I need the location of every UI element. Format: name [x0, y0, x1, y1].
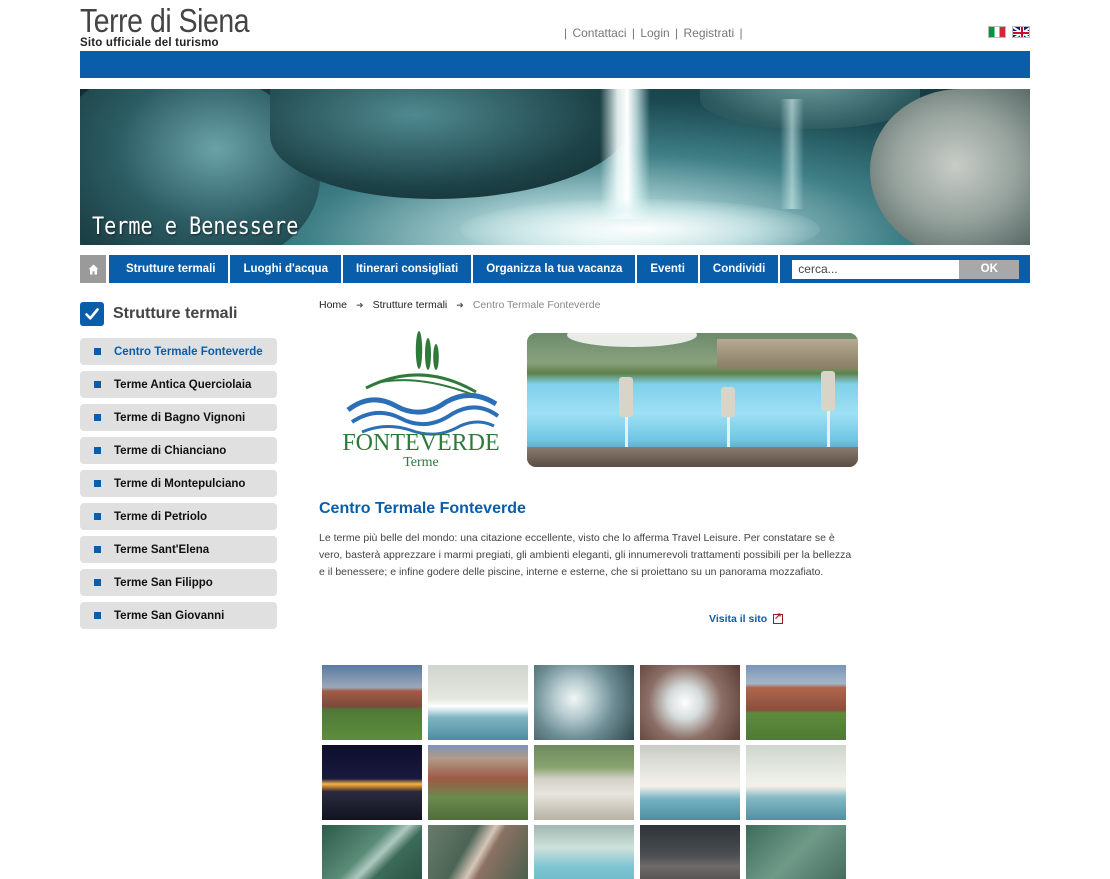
- breadcrumb: Home ➜ Strutture termali ➜ Centro Termal…: [319, 299, 600, 311]
- logo-brand: FONTEVERDE: [342, 430, 499, 456]
- fonteverde-logo: FONTEVERDE Terme: [342, 331, 500, 470]
- language-selector: [988, 26, 1030, 38]
- description: Le terme più belle del mondo: una citazi…: [319, 532, 852, 578]
- gallery-thumb[interactable]: [640, 825, 740, 879]
- main-nav: Strutture termali Luoghi d'acqua Itinera…: [80, 255, 1030, 283]
- sidebar-item-label: Terme di Bagno Vignoni: [114, 411, 246, 424]
- home-icon: [88, 264, 98, 274]
- sidebar-title: Strutture termali: [113, 305, 238, 322]
- sidebar-item-montepulciano[interactable]: Terme di Montepulciano: [80, 470, 277, 497]
- banner-title: Terme e Benessere: [92, 212, 299, 240]
- page: Terre di Siena Sito ufficiale del turism…: [0, 0, 1110, 879]
- logo-sub: Terme: [403, 455, 439, 470]
- uk-flag-icon[interactable]: [1012, 26, 1030, 38]
- gallery-thumb[interactable]: [534, 745, 634, 820]
- gallery-thumb[interactable]: [428, 825, 528, 879]
- sidebar-item-sant-elena[interactable]: Terme Sant'Elena: [80, 536, 277, 563]
- nav-condividi[interactable]: Condividi: [700, 255, 781, 283]
- top-links: | Contattaci | Login | Registrati |: [564, 26, 743, 40]
- banner-image: Terme e Benessere: [80, 89, 1030, 245]
- sidebar-item-fonteverde[interactable]: Centro Termale Fonteverde: [80, 338, 277, 365]
- gallery-thumb[interactable]: [322, 825, 422, 879]
- sidebar-item-label: Terme San Filippo: [114, 576, 213, 589]
- sidebar-item-san-filippo[interactable]: Terme San Filippo: [80, 569, 277, 596]
- site-logo[interactable]: Terre di Siena Sito ufficiale del turism…: [80, 2, 277, 50]
- bullet-icon: [94, 348, 101, 355]
- search-button[interactable]: OK: [959, 259, 1020, 279]
- photo-gallery: [322, 665, 846, 879]
- page-title: Centro Termale Fonteverde: [319, 500, 526, 517]
- bullet-icon: [94, 414, 101, 421]
- bullet-icon: [94, 513, 101, 520]
- logo-title: Terre di Siena: [80, 2, 250, 39]
- external-link-icon: [773, 611, 784, 624]
- bullet-icon: [94, 579, 101, 586]
- sidebar-item-label: Centro Termale Fonteverde: [114, 345, 263, 358]
- header-bar: [80, 51, 1030, 78]
- breadcrumb-strutture[interactable]: Strutture termali: [373, 299, 448, 311]
- bullet-icon: [94, 381, 101, 388]
- gallery-thumb[interactable]: [640, 745, 740, 820]
- visit-site-label: Visita il sito: [709, 613, 768, 625]
- bullet-icon: [94, 612, 101, 619]
- sidebar-item-label: Terme di Montepulciano: [114, 477, 246, 490]
- chevron-right-icon: ➜: [356, 299, 364, 310]
- sidebar-header: Strutture termali: [80, 302, 237, 326]
- gallery-thumb[interactable]: [322, 745, 422, 820]
- sidebar-item-petriolo[interactable]: Terme di Petriolo: [80, 503, 277, 530]
- home-button[interactable]: [80, 255, 109, 283]
- register-link[interactable]: Registrati: [684, 26, 735, 40]
- pool-photo: [527, 333, 858, 467]
- sidebar-item-label: Terme Sant'Elena: [114, 543, 210, 556]
- gallery-thumb[interactable]: [746, 745, 846, 820]
- sidebar-item-label: Terme Antica Querciolaia: [114, 378, 252, 391]
- checkmark-icon: [80, 302, 104, 326]
- gallery-thumb[interactable]: [534, 825, 634, 879]
- bullet-icon: [94, 546, 101, 553]
- sidebar-item-querciolaia[interactable]: Terme Antica Querciolaia: [80, 371, 277, 398]
- sidebar-list: Centro Termale Fonteverde Terme Antica Q…: [80, 338, 277, 635]
- nav-organizza-vacanza[interactable]: Organizza la tua vacanza: [473, 255, 638, 283]
- nav-eventi[interactable]: Eventi: [637, 255, 700, 283]
- gallery-thumb[interactable]: [640, 665, 740, 740]
- gallery-thumb[interactable]: [746, 665, 846, 740]
- search-input[interactable]: [792, 259, 960, 279]
- nav-luoghi-acqua[interactable]: Luoghi d'acqua: [230, 255, 343, 283]
- visit-site-link[interactable]: Visita il sito: [709, 611, 784, 625]
- gallery-thumb[interactable]: [428, 665, 528, 740]
- nav-itinerari[interactable]: Itinerari consigliati: [343, 255, 474, 283]
- search-box: OK: [792, 255, 1020, 283]
- chevron-right-icon: ➜: [456, 299, 464, 310]
- sidebar-item-label: Terme di Petriolo: [114, 510, 208, 523]
- bullet-icon: [94, 480, 101, 487]
- sidebar-item-bagno-vignoni[interactable]: Terme di Bagno Vignoni: [80, 404, 277, 431]
- breadcrumb-current: Centro Termale Fonteverde: [472, 299, 601, 311]
- sidebar-item-label: Terme di Chianciano: [114, 444, 227, 457]
- gallery-thumb[interactable]: [322, 665, 422, 740]
- contact-link[interactable]: Contattaci: [572, 26, 626, 40]
- sidebar-item-san-giovanni[interactable]: Terme San Giovanni: [80, 602, 277, 629]
- sidebar-item-label: Terme San Giovanni: [114, 609, 225, 622]
- login-link[interactable]: Login: [640, 26, 669, 40]
- gallery-thumb[interactable]: [534, 665, 634, 740]
- nav-strutture-termali[interactable]: Strutture termali: [109, 255, 231, 283]
- breadcrumb-home[interactable]: Home: [319, 299, 347, 311]
- bullet-icon: [94, 447, 101, 454]
- gallery-thumb[interactable]: [428, 745, 528, 820]
- it-flag-icon[interactable]: [988, 26, 1006, 38]
- gallery-thumb[interactable]: [746, 825, 846, 879]
- sidebar-item-chianciano[interactable]: Terme di Chianciano: [80, 437, 277, 464]
